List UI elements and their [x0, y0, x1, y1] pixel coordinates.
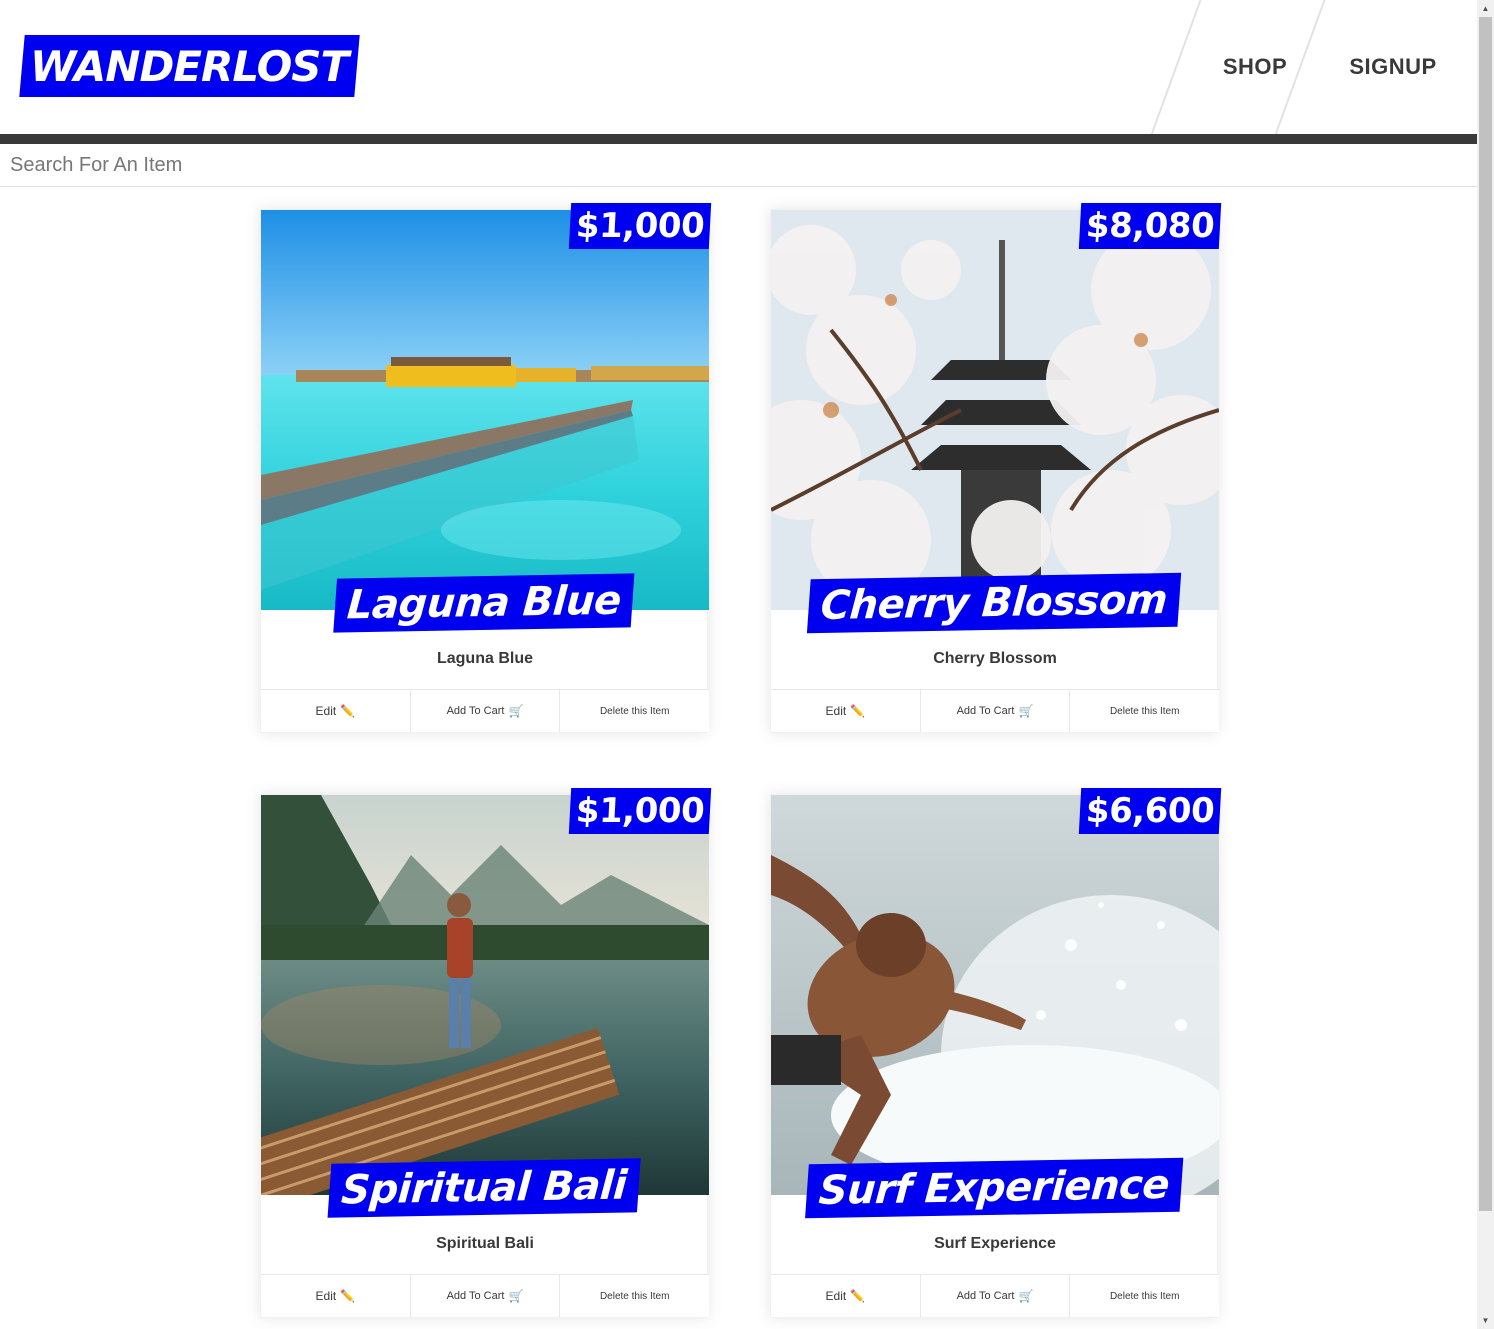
pencil-icon: ✏️ [340, 1289, 356, 1303]
edit-button[interactable]: Edit ✏️ [261, 690, 411, 732]
pencil-icon: ✏️ [850, 704, 866, 718]
add-to-cart-button[interactable]: Add To Cart 🛒 [410, 1275, 561, 1317]
item-actions: Edit ✏️ Add To Cart 🛒 Delete this Item [771, 689, 1220, 732]
item-image[interactable] [771, 210, 1219, 610]
edit-button[interactable]: Edit ✏️ [261, 1275, 411, 1317]
add-to-cart-label: Add To Cart [446, 1290, 505, 1302]
scroll-up-arrow-icon[interactable]: ▲ [1477, 0, 1494, 17]
item-name: Surf Experience [934, 1235, 1056, 1252]
bamboo-raft-lake-photo [261, 795, 709, 1195]
header-bar [0, 134, 1477, 144]
cart-icon: 🛒 [1018, 1289, 1034, 1303]
item-actions: Edit ✏️ Add To Cart 🛒 Delete this Item [771, 1274, 1220, 1317]
delete-button[interactable]: Delete this Item [1070, 1275, 1220, 1317]
price-tag: $1,000 [568, 788, 712, 834]
item-title-tag: Laguna Blue [333, 573, 635, 633]
item-card: $6,600 Surf Experience Surf Experience E… [770, 788, 1222, 1318]
pencil-icon: ✏️ [340, 704, 356, 718]
add-to-cart-label: Add To Cart [956, 1290, 1015, 1302]
edit-label: Edit [315, 1289, 337, 1303]
item-title-tag: Cherry Blossom [806, 572, 1182, 634]
header: WANDERLOST SHOP SIGNUP [0, 0, 1477, 138]
add-to-cart-button[interactable]: Add To Cart 🛒 [920, 690, 1071, 732]
add-to-cart-button[interactable]: Add To Cart 🛒 [410, 690, 561, 732]
cart-icon: 🛒 [508, 704, 524, 718]
search-input[interactable] [0, 144, 1477, 187]
add-to-cart-button[interactable]: Add To Cart 🛒 [920, 1275, 1071, 1317]
scrollbar-thumb[interactable] [1479, 17, 1492, 1211]
add-to-cart-label: Add To Cart [446, 705, 505, 717]
scroll-down-arrow-icon[interactable]: ▼ [1477, 1312, 1494, 1329]
item-image[interactable] [261, 210, 709, 610]
logo[interactable]: WANDERLOST [19, 35, 360, 97]
item-card: $8,080 Cherry Blossom Cherry Blossom Edi… [770, 203, 1222, 733]
item-image[interactable] [261, 795, 709, 1195]
lagoon-walkway-photo [261, 210, 709, 610]
cart-icon: 🛒 [508, 1289, 524, 1303]
edit-label: Edit [825, 1289, 847, 1303]
item-actions: Edit ✏️ Add To Cart 🛒 Delete this Item [261, 689, 710, 732]
price-tag: $1,000 [568, 203, 712, 249]
delete-label: Delete this Item [599, 705, 670, 717]
main-nav: SHOP SIGNUP [1149, 0, 1477, 138]
price-tag: $8,080 [1078, 203, 1222, 249]
surfer-splash-photo [771, 795, 1219, 1195]
item-image[interactable] [771, 795, 1219, 1195]
item-name: Spiritual Bali [436, 1235, 534, 1252]
item-card: $1,000 Laguna Blue Laguna Blue Edit ✏️ Ad… [260, 203, 712, 733]
price-tag: $6,600 [1078, 788, 1222, 834]
page-scrollbar[interactable]: ▲ ▼ [1477, 0, 1494, 1329]
delete-label: Delete this Item [1109, 705, 1180, 717]
item-name: Cherry Blossom [933, 650, 1057, 667]
item-name: Laguna Blue [436, 650, 533, 667]
nav-signup[interactable]: SIGNUP [1273, 0, 1477, 138]
edit-button[interactable]: Edit ✏️ [771, 1275, 921, 1317]
cart-icon: 🛒 [1018, 704, 1034, 718]
delete-label: Delete this Item [1109, 1290, 1180, 1302]
edit-button[interactable]: Edit ✏️ [771, 690, 921, 732]
item-title-tag: Surf Experience [805, 1157, 1183, 1219]
edit-label: Edit [315, 704, 337, 718]
page: WANDERLOST SHOP SIGNUP Search For An Ite… [0, 0, 1477, 1329]
nav-shop-label: SHOP [1222, 54, 1288, 79]
nav-divider [1149, 0, 1203, 138]
delete-button[interactable]: Delete this Item [560, 690, 710, 732]
delete-button[interactable]: Delete this Item [560, 1275, 710, 1317]
cherry-blossom-pagoda-photo [771, 210, 1219, 610]
item-actions: Edit ✏️ Add To Cart 🛒 Delete this Item [261, 1274, 710, 1317]
delete-label: Delete this Item [599, 1290, 670, 1302]
pencil-icon: ✏️ [850, 1289, 866, 1303]
add-to-cart-label: Add To Cart [956, 705, 1015, 717]
delete-button[interactable]: Delete this Item [1070, 690, 1220, 732]
nav-signup-label: SIGNUP [1349, 54, 1437, 79]
item-title-tag: Spiritual Bali [327, 1158, 641, 1218]
edit-label: Edit [825, 704, 847, 718]
item-card: $1,000 Spiritual Bali Spiritual Bali Edi… [260, 788, 712, 1318]
logo-text: WANDERLOST [30, 41, 349, 91]
